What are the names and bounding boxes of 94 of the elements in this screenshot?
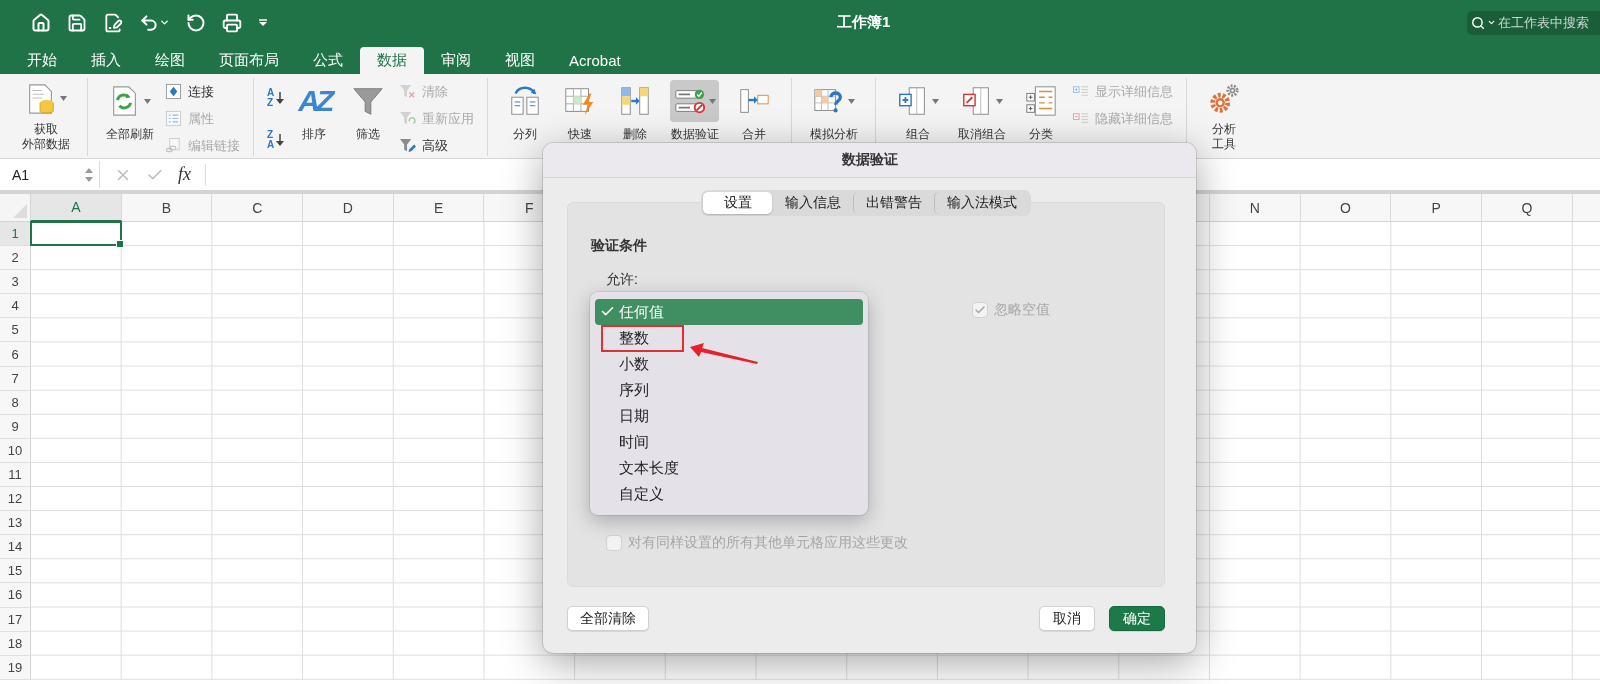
row-header[interactable]: 13	[0, 511, 31, 536]
column-header[interactable]: N	[1209, 194, 1301, 222]
row-header[interactable]: 7	[0, 366, 31, 391]
dialog-tab[interactable]: 设置	[703, 192, 772, 214]
row-header[interactable]: 1	[0, 222, 31, 247]
column-header[interactable]: E	[393, 194, 485, 222]
window-title: 工作簿1	[837, 13, 892, 32]
clear-filter-icon	[399, 83, 417, 100]
row-header[interactable]: 10	[0, 438, 31, 463]
row-header[interactable]: 3	[0, 270, 31, 295]
row-header[interactable]: 6	[0, 342, 31, 367]
ribbon-button[interactable]: 筛选	[344, 78, 393, 152]
ribbon-tab[interactable]: 页面布局	[202, 47, 296, 74]
column-header[interactable]: O	[1300, 194, 1392, 222]
column-header[interactable]: D	[303, 194, 394, 222]
menu-item[interactable]: 时间	[595, 429, 863, 455]
row-header[interactable]: 9	[0, 414, 31, 439]
column-header[interactable]: C	[212, 194, 304, 222]
ribbon-tab[interactable]: 审阅	[424, 47, 488, 74]
column-header[interactable]: B	[121, 194, 213, 222]
save-icon[interactable]	[67, 12, 87, 33]
sort-order-button[interactable]: A Z	[267, 83, 285, 113]
row-header[interactable]: 17	[0, 607, 31, 632]
ribbon-small-button[interactable]: 高级	[399, 135, 475, 156]
field-label: 允许:	[606, 271, 639, 289]
ribbon-tab[interactable]: 数据	[360, 47, 424, 74]
dialog-button[interactable]: 取消	[1039, 606, 1095, 631]
link-icon	[165, 137, 182, 154]
home-icon[interactable]	[31, 12, 51, 33]
sort-order-button[interactable]: Z A	[267, 125, 285, 155]
dialog-button[interactable]: 确定	[1109, 606, 1165, 631]
menu-item[interactable]: 文本长度	[595, 455, 863, 481]
ribbon-small-button[interactable]: 连接	[165, 81, 240, 102]
ribbon-tab[interactable]: Acrobat	[552, 47, 638, 74]
dialog-tab[interactable]: 出错警告	[853, 192, 934, 214]
reapply-filter-icon	[399, 110, 417, 127]
connection-icon	[165, 83, 182, 100]
fill-handle[interactable]	[115, 240, 124, 249]
properties-icon	[165, 110, 182, 127]
sort-icon: AZ	[298, 83, 331, 119]
row-header[interactable]: 8	[0, 390, 31, 415]
insert-function-button[interactable]: fx	[178, 164, 191, 185]
active-cell[interactable]	[30, 221, 122, 247]
menu-item[interactable]: 小数	[595, 351, 863, 377]
ribbon-button[interactable]: 全部刷新	[101, 78, 158, 152]
print-icon[interactable]	[222, 12, 242, 33]
dialog-title: 数据验证	[543, 143, 1196, 178]
ribbon-tab[interactable]: 视图	[488, 47, 552, 74]
row-header[interactable]: 12	[0, 487, 31, 512]
row-header[interactable]: 2	[0, 246, 31, 271]
gears-icon	[1207, 81, 1242, 116]
menu-item[interactable]: 任何值	[595, 299, 863, 325]
name-box[interactable]: A1	[0, 161, 100, 188]
search-field[interactable]: 在工作表中搜索	[1467, 10, 1600, 35]
ribbon-tab[interactable]: 开始	[10, 47, 74, 74]
column-header[interactable]: Q	[1482, 194, 1573, 222]
checkbox-label: 忽略空值	[994, 301, 1050, 319]
ribbon-button[interactable]: 分析 工具	[1200, 78, 1249, 152]
checkmark-icon	[974, 304, 986, 316]
row-header[interactable]: 16	[0, 583, 31, 608]
row-header[interactable]: 5	[0, 318, 31, 343]
row-header[interactable]: 18	[0, 631, 31, 656]
search-placeholder: 在工作表中搜索	[1498, 13, 1589, 32]
row-header[interactable]: 4	[0, 294, 31, 319]
dialog-button[interactable]: 全部清除	[567, 606, 649, 631]
row-header[interactable]: 15	[0, 559, 31, 584]
arrow-down-icon	[276, 92, 285, 104]
dialog-tab[interactable]: 输入法模式	[934, 192, 1029, 214]
menu-item[interactable]: 日期	[595, 403, 863, 429]
row-header[interactable]: 19	[0, 655, 31, 680]
section-title: 验证条件	[591, 237, 648, 255]
caret-icon	[1487, 18, 1496, 27]
ribbon-tab[interactable]: 绘图	[138, 47, 202, 74]
ribbon-tab[interactable]: 公式	[296, 47, 360, 74]
dialog-tab[interactable]: 输入信息	[772, 192, 853, 214]
edit-document-icon[interactable]	[103, 12, 123, 33]
ribbon-button[interactable]: AZ 排序	[291, 78, 338, 152]
menu-item[interactable]: 整数	[595, 325, 863, 351]
advanced-filter-icon	[399, 137, 417, 154]
search-icon	[1471, 15, 1485, 30]
undo-icon[interactable]	[139, 12, 170, 33]
ribbon-button[interactable]: 获取 外部数据	[17, 78, 74, 152]
annotation-arrow	[690, 343, 758, 365]
arrow-down-icon	[276, 134, 285, 146]
row-header[interactable]: 14	[0, 535, 31, 560]
customize-icon[interactable]	[258, 18, 268, 27]
ribbon-tab[interactable]: 插入	[74, 47, 138, 74]
menu-item[interactable]: 自定义	[595, 481, 863, 507]
redo-icon[interactable]	[186, 12, 206, 33]
menu-item[interactable]: 序列	[595, 377, 863, 403]
column-header[interactable]: P	[1391, 194, 1482, 222]
row-header[interactable]: 11	[0, 462, 31, 488]
column-header[interactable]: A	[31, 194, 122, 222]
subtotal-icon	[1024, 84, 1059, 118]
